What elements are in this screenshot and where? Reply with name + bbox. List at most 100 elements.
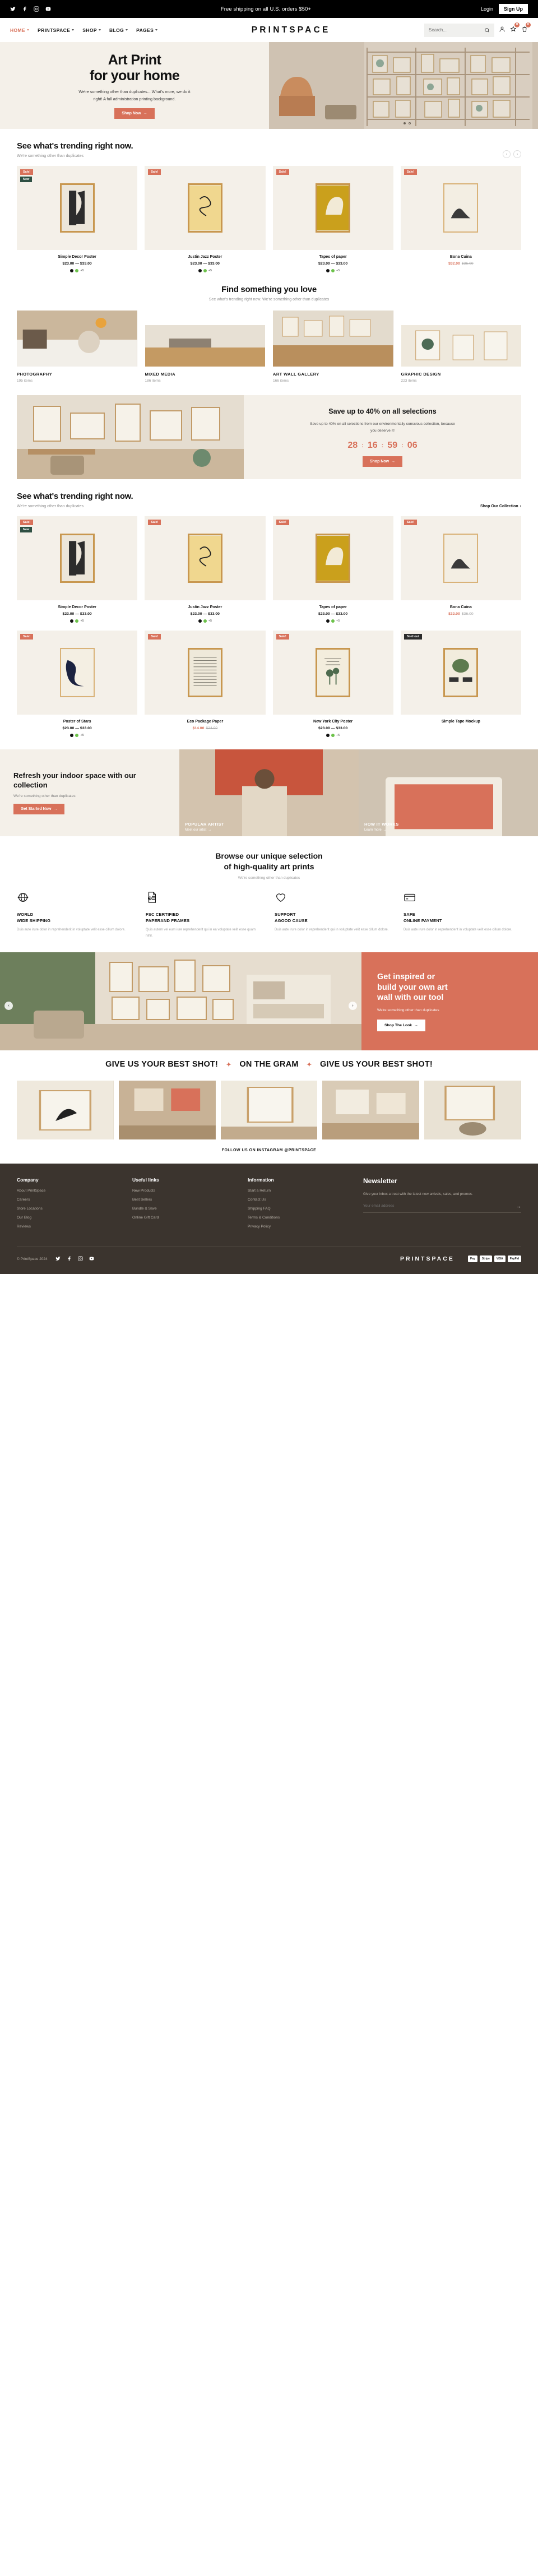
hero-shop-now-button[interactable]: Shop Now → bbox=[114, 108, 155, 119]
footer-link[interactable]: Contact Us bbox=[248, 1198, 353, 1202]
category-image[interactable] bbox=[273, 311, 393, 367]
swatch-green[interactable] bbox=[203, 269, 207, 272]
product-name[interactable]: Poster of Stars bbox=[17, 720, 137, 724]
category-image[interactable] bbox=[17, 311, 137, 367]
product-card[interactable]: Sale! Tapes of paper $23.00 — $33.00 +5 bbox=[272, 166, 393, 272]
carousel-dot-1[interactable] bbox=[404, 122, 406, 124]
swatch-green[interactable] bbox=[331, 269, 335, 272]
wishlist-icon[interactable]: 0 bbox=[510, 22, 520, 35]
footer-link[interactable]: Privacy Policy bbox=[248, 1225, 353, 1229]
footer-link[interactable]: Careers bbox=[17, 1198, 122, 1202]
product-image[interactable]: Sale! New bbox=[17, 166, 138, 250]
product-card[interactable]: Sale! Poster of Stars $23.00 — $33.00 +5 bbox=[17, 631, 138, 737]
category-image[interactable] bbox=[401, 325, 521, 367]
band-tile-howitworks[interactable]: HOW IT WORKS Learn more → bbox=[359, 723, 538, 863]
twitter-icon[interactable] bbox=[55, 1254, 61, 1264]
search-icon[interactable] bbox=[484, 27, 490, 34]
next-arrow-icon[interactable]: › bbox=[513, 150, 521, 158]
product-card[interactable]: Sale! Justin Jazz Poster $23.00 — $33.00… bbox=[145, 516, 266, 623]
shop-collection-link[interactable]: Shop Our Collection › bbox=[480, 504, 521, 508]
category-card[interactable]: ART WALL GALLERY 166 items bbox=[273, 311, 393, 383]
instagram-photo[interactable] bbox=[220, 1081, 318, 1140]
product-image[interactable]: Sale! bbox=[145, 166, 266, 250]
color-swatches[interactable]: +5 bbox=[17, 619, 137, 623]
color-swatches[interactable]: +5 bbox=[273, 734, 393, 737]
product-name[interactable]: Justin Jazz Poster bbox=[145, 605, 265, 609]
product-name[interactable]: Tapes of paper bbox=[273, 255, 393, 259]
product-card[interactable]: Sale! Eco Package Paper $14.00 $24.00 bbox=[145, 631, 266, 737]
product-card[interactable]: Sale! New Simple Decor Poster $23.00 — $3… bbox=[17, 516, 138, 623]
product-name[interactable]: Bona Cuina bbox=[401, 255, 521, 259]
product-card[interactable]: Sale! Bona Cuina $32.00 $36.00 bbox=[400, 166, 521, 272]
nav-item-printspace[interactable]: PRINTSPACE bbox=[38, 27, 75, 33]
swatch-more-count[interactable]: +5 bbox=[336, 734, 340, 737]
product-image[interactable]: Sale! bbox=[145, 516, 266, 600]
product-image[interactable]: Sale! bbox=[400, 166, 521, 250]
product-image[interactable]: Sold out bbox=[400, 631, 521, 715]
swatch-green[interactable] bbox=[75, 619, 79, 623]
swatch-black[interactable] bbox=[326, 619, 330, 623]
product-card[interactable]: Sale! New York City Poster $23.00 — $33.… bbox=[272, 631, 393, 737]
product-image[interactable]: Sale! New bbox=[17, 516, 138, 600]
product-name[interactable]: Bona Cuina bbox=[401, 605, 521, 609]
newsletter-submit-icon[interactable]: → bbox=[516, 1203, 521, 1209]
product-image[interactable]: Sale! bbox=[272, 631, 393, 715]
swatch-more-count[interactable]: +5 bbox=[208, 619, 212, 623]
color-swatches[interactable]: +5 bbox=[273, 619, 393, 623]
swatch-more-count[interactable]: +5 bbox=[336, 619, 340, 623]
search-input[interactable] bbox=[429, 27, 481, 33]
swatch-green[interactable] bbox=[203, 619, 207, 623]
product-image[interactable]: Sale! bbox=[272, 516, 393, 600]
product-name[interactable]: Eco Package Paper bbox=[145, 720, 265, 724]
color-swatches[interactable]: +5 bbox=[273, 269, 393, 272]
shop-the-look-button[interactable]: Shop The Look → bbox=[377, 1019, 425, 1031]
newsletter-email-input[interactable] bbox=[363, 1204, 516, 1208]
nav-item-pages[interactable]: PAGES bbox=[136, 27, 158, 33]
swatch-green[interactable] bbox=[75, 734, 79, 737]
product-name[interactable]: Justin Jazz Poster bbox=[145, 255, 265, 259]
footer-link[interactable]: Store Locations bbox=[17, 1207, 122, 1211]
swatch-black[interactable] bbox=[70, 619, 74, 623]
instagram-photo[interactable] bbox=[17, 1081, 114, 1140]
swatch-black[interactable] bbox=[326, 269, 330, 272]
cart-icon[interactable]: 0 bbox=[521, 22, 531, 35]
product-image[interactable]: Sale! bbox=[272, 166, 393, 250]
instagram-photo[interactable] bbox=[118, 1081, 216, 1140]
product-card[interactable]: Sale! Bona Cuina $32.00 $36.00 bbox=[400, 516, 521, 623]
swatch-black[interactable] bbox=[70, 734, 74, 737]
product-image[interactable]: Sale! bbox=[17, 631, 138, 715]
swatch-black[interactable] bbox=[198, 269, 202, 272]
swatch-black[interactable] bbox=[198, 619, 202, 623]
product-image[interactable]: Sale! bbox=[145, 631, 266, 715]
get-started-button[interactable]: Get Started Now → bbox=[13, 804, 65, 815]
product-name[interactable]: Tapes of paper bbox=[273, 605, 393, 609]
facebook-icon[interactable] bbox=[22, 6, 27, 12]
color-swatches[interactable]: +5 bbox=[145, 619, 265, 623]
swatch-green[interactable] bbox=[331, 734, 335, 737]
nav-item-shop[interactable]: SHOP bbox=[82, 27, 101, 33]
category-image[interactable] bbox=[145, 325, 265, 367]
account-icon[interactable] bbox=[499, 25, 505, 35]
instagram-photo[interactable] bbox=[424, 1081, 521, 1140]
swatch-black[interactable] bbox=[326, 734, 330, 737]
product-name[interactable]: Simple Tape Mockup bbox=[401, 720, 521, 724]
login-link[interactable]: Login bbox=[481, 6, 493, 12]
carousel-arrows[interactable]: ‹ › bbox=[503, 150, 521, 158]
product-name[interactable]: Simple Decor Poster bbox=[17, 605, 137, 609]
footer-link[interactable]: Online Gift Card bbox=[132, 1216, 238, 1220]
band-tile-artist[interactable]: POPULAR ARTIST Meet our artist → bbox=[179, 723, 359, 863]
product-name[interactable]: Simple Decor Poster bbox=[17, 255, 137, 259]
category-card[interactable]: GRAPHIC DESIGN 223 items bbox=[401, 311, 521, 383]
footer-link[interactable]: Best Sellers bbox=[132, 1198, 238, 1202]
product-image[interactable]: Sale! bbox=[400, 516, 521, 600]
category-card[interactable]: PHOTOGRAPHY 195 items bbox=[17, 311, 137, 383]
nav-item-blog[interactable]: BLOG bbox=[109, 27, 128, 33]
hero-carousel-dots[interactable] bbox=[404, 122, 411, 124]
swatch-more-count[interactable]: +5 bbox=[80, 734, 84, 737]
nav-item-home[interactable]: HOME bbox=[10, 27, 30, 33]
footer-link[interactable]: Terms & Conditions bbox=[248, 1216, 353, 1220]
product-card[interactable]: Sold out Simple Tape Mockup bbox=[400, 631, 521, 737]
facebook-icon[interactable] bbox=[67, 1254, 72, 1264]
product-card[interactable]: Sale! Justin Jazz Poster $23.00 — $33.00… bbox=[145, 166, 266, 272]
promo-shop-now-button[interactable]: Shop Now → bbox=[362, 456, 403, 467]
